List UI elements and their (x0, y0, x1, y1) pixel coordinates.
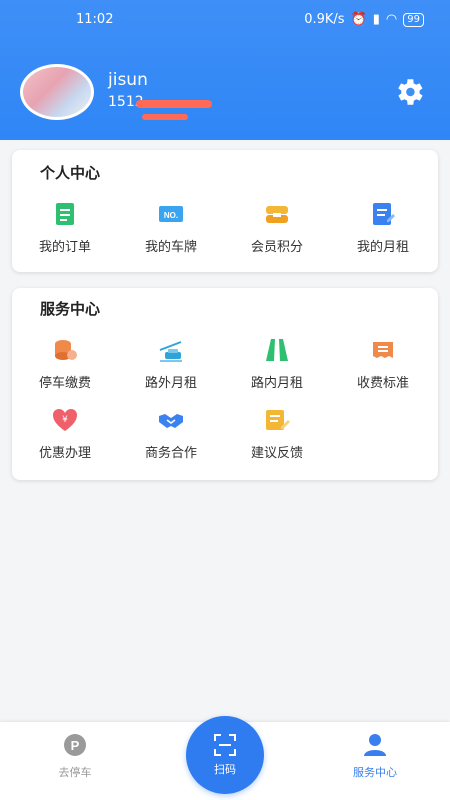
business-cooperation-item[interactable]: 商务合作 (118, 406, 224, 476)
member-points-label: 会员积分 (250, 240, 303, 255)
parking-fee-label: 停车缴费 (38, 376, 91, 391)
svg-text:P: P (71, 738, 80, 753)
service-center-card: 服务中心 停车缴费 路外月租 路内月租 收费标准 ¥ 优惠办理 商务合作 建议反… (12, 288, 438, 480)
status-bar: 11:02 0.9K/s ⏰ ▮ ◠ 99 (0, 10, 450, 32)
scan-label: 扫码 (214, 763, 236, 776)
my-orders-item[interactable]: 我的订单 (12, 200, 118, 270)
fee-standard-label: 收费标准 (356, 376, 409, 391)
monthly-icon (373, 203, 395, 225)
fee-standard-icon (373, 342, 393, 358)
plate-icon: NO. (159, 206, 183, 222)
parking-fee-item[interactable]: 停车缴费 (12, 336, 118, 406)
nav-go-park-label: 去停车 (58, 766, 92, 779)
feedback-label: 建议反馈 (250, 446, 303, 461)
profile-header: 11:02 0.9K/s ⏰ ▮ ◠ 99 jisun 1512 (0, 0, 450, 140)
wifi-icon: ◠ (385, 12, 398, 27)
svg-text:¥: ¥ (62, 415, 68, 425)
alarm-icon: ⏰ (350, 12, 367, 27)
handshake-icon (159, 414, 183, 428)
onroad-monthly-item[interactable]: 路内月租 (224, 336, 330, 406)
offroad-icon (159, 341, 182, 362)
onroad-icon (266, 339, 288, 361)
my-plate-item[interactable]: NO. 我的车牌 (118, 200, 224, 270)
feedback-item[interactable]: 建议反馈 (224, 406, 330, 476)
parking-fee-icon (55, 340, 77, 360)
discount-label: 优惠办理 (38, 446, 91, 461)
offroad-monthly-item[interactable]: 路外月租 (118, 336, 224, 406)
discount-icon: ¥ (53, 409, 77, 431)
personal-center-card: 个人中心 我的订单 NO. 我的车牌 会员积分 我的月租 (12, 150, 438, 272)
discount-item[interactable]: ¥ 优惠办理 (12, 406, 118, 476)
network-speed: 0.9K/s (304, 12, 345, 27)
my-monthly-label: 我的月租 (356, 240, 409, 255)
signal-icon: ▮ (372, 12, 380, 27)
my-orders-label: 我的订单 (38, 240, 91, 255)
settings-gear-icon[interactable] (392, 75, 426, 109)
status-time: 11:02 (76, 12, 114, 27)
nav-service-center[interactable]: 服务中心 (330, 732, 420, 780)
scan-icon (214, 734, 236, 756)
scan-button[interactable]: 扫码 (186, 716, 264, 794)
avatar[interactable] (20, 64, 94, 120)
member-points-item[interactable]: 会员积分 (224, 200, 330, 270)
offroad-monthly-label: 路外月租 (144, 376, 197, 391)
my-monthly-item[interactable]: 我的月租 (330, 200, 436, 270)
fee-standard-item[interactable]: 收费标准 (330, 336, 436, 406)
user-icon (364, 734, 386, 756)
nav-go-park[interactable]: P 去停车 (30, 732, 120, 780)
redaction-mark (142, 114, 188, 120)
parking-icon: P (64, 734, 86, 756)
svg-text:NO.: NO. (164, 211, 178, 220)
points-icon (266, 206, 288, 223)
my-plate-label: 我的车牌 (144, 240, 197, 255)
nav-service-center-label: 服务中心 (353, 766, 397, 779)
username: jisun (108, 70, 148, 90)
redaction-mark (136, 100, 212, 108)
battery-indicator: 99 (403, 12, 424, 27)
service-center-title: 服务中心 (40, 300, 101, 318)
status-right: 0.9K/s ⏰ ▮ ◠ 99 (304, 12, 424, 27)
personal-center-title: 个人中心 (40, 164, 101, 182)
order-icon (56, 203, 74, 225)
business-cooperation-label: 商务合作 (144, 446, 197, 461)
feedback-icon (266, 410, 290, 430)
onroad-monthly-label: 路内月租 (250, 376, 303, 391)
